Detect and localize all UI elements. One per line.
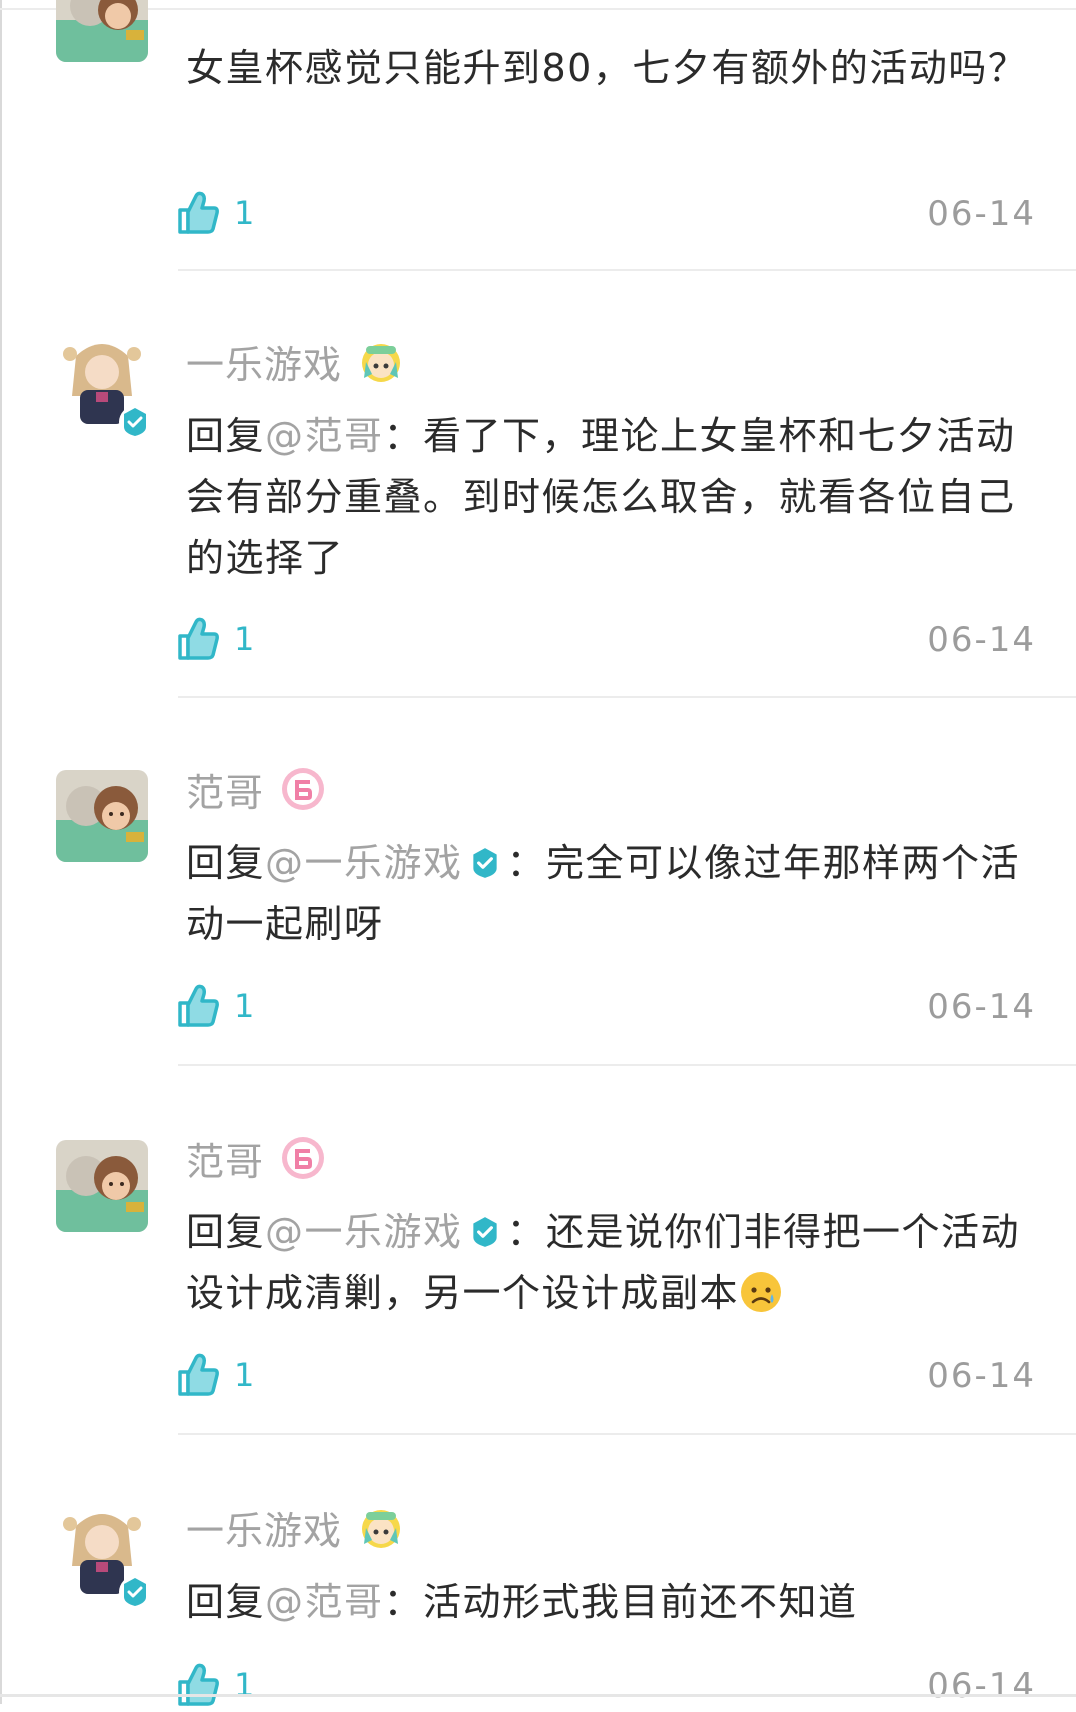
game-character-badge-icon — [358, 1504, 404, 1550]
verified-badge-icon — [467, 1214, 503, 1250]
level-badge-icon — [280, 1135, 326, 1181]
comment-header: 范哥 — [186, 762, 326, 817]
comment-date: 06-14 — [927, 620, 1036, 660]
like-count: 1 — [234, 194, 255, 232]
comment-header: 范哥 — [186, 1131, 326, 1186]
verified-badge-icon — [467, 845, 503, 881]
avatar-fan-ge[interactable] — [56, 770, 148, 862]
avatar-fan-ge[interactable] — [56, 0, 148, 62]
comment-actions: 1 06-14 — [176, 1662, 1036, 1712]
comment-text: 回复@一乐游戏 ：完全可以像过年那样两个活动一起刷呀 — [186, 833, 1036, 955]
comment-text: 女皇杯感觉只能升到80，七夕有额外的活动吗？ — [186, 38, 1036, 99]
comment-divider — [178, 1064, 1076, 1066]
mention-link[interactable]: @范哥 — [265, 414, 384, 458]
avatar-fan-ge[interactable] — [56, 1140, 148, 1232]
comment-actions: 1 06-14 — [176, 1352, 1036, 1402]
comment-divider — [178, 696, 1076, 698]
comment-text: 回复@范哥：活动形式我目前还不知道 — [186, 1572, 1036, 1633]
thumbs-up-icon[interactable] — [176, 1662, 220, 1708]
like-count: 1 — [234, 1666, 255, 1704]
user-name[interactable]: 一乐游戏 — [186, 334, 342, 389]
comment-divider — [178, 269, 1076, 271]
like-count: 1 — [234, 1356, 255, 1394]
mention-link[interactable]: @一乐游戏 — [265, 841, 463, 885]
reply-label: 回复 — [186, 841, 266, 885]
top-divider — [0, 8, 1076, 10]
comment-actions: 1 06-14 — [176, 190, 1036, 240]
comment-body: ：活动形式我目前还不知道 — [383, 1580, 858, 1624]
sad-face-emoji-icon — [739, 1270, 783, 1314]
like-count: 1 — [234, 620, 255, 658]
verified-badge-icon — [119, 1576, 151, 1608]
comment-actions: 1 06-14 — [176, 616, 1036, 666]
comment-date: 06-14 — [927, 1666, 1036, 1706]
comment-header: 一乐游戏 — [186, 1500, 404, 1555]
level-badge-icon — [280, 766, 326, 812]
comment-date: 06-14 — [927, 987, 1036, 1027]
reply-label: 回复 — [186, 1210, 266, 1254]
reply-label: 回复 — [186, 1580, 266, 1624]
verified-badge-icon — [119, 406, 151, 438]
reply-label: 回复 — [186, 414, 266, 458]
thumbs-up-icon[interactable] — [176, 1352, 220, 1398]
comment-actions: 1 06-14 — [176, 983, 1036, 1033]
comment-header: 一乐游戏 — [186, 334, 404, 389]
user-name[interactable]: 一乐游戏 — [186, 1500, 342, 1555]
thumbs-up-icon[interactable] — [176, 983, 220, 1029]
user-name[interactable]: 范哥 — [186, 1131, 264, 1186]
user-name[interactable]: 范哥 — [186, 762, 264, 817]
comment-text: 回复@范哥：看了下，理论上女皇杯和七夕活动会有部分重叠。到时候怎么取舍，就看各位… — [186, 406, 1036, 589]
bottom-edge-rule — [0, 1694, 1076, 1697]
like-count: 1 — [234, 987, 255, 1025]
comment-body: 女皇杯感觉只能升到80，七夕有额外的活动吗？ — [186, 46, 1028, 90]
left-edge-rule — [0, 0, 2, 1704]
comment-text: 回复@一乐游戏 ：还是说你们非得把一个活动设计成清剿，另一个设计成副本 — [186, 1202, 1036, 1324]
game-character-badge-icon — [358, 338, 404, 384]
comment-date: 06-14 — [927, 1356, 1036, 1396]
thumbs-up-icon[interactable] — [176, 190, 220, 236]
mention-link[interactable]: @范哥 — [265, 1580, 384, 1624]
mention-link[interactable]: @一乐游戏 — [265, 1210, 463, 1254]
thumbs-up-icon[interactable] — [176, 616, 220, 662]
comment-divider — [178, 1433, 1076, 1435]
comment-date: 06-14 — [927, 194, 1036, 234]
